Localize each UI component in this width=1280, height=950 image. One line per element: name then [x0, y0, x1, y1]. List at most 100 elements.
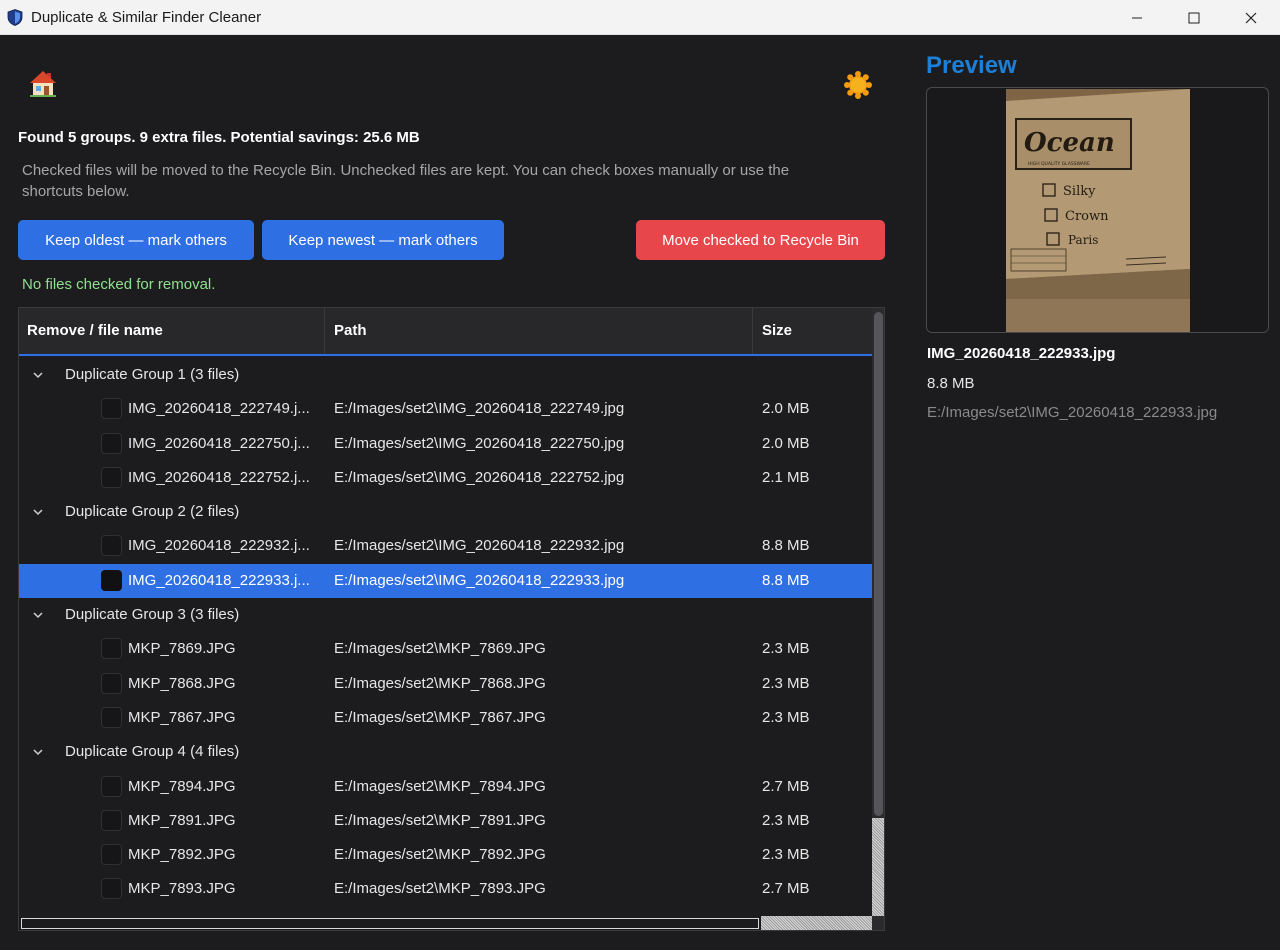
path-cell: E:/Images/set2\IMG_20260418_222750.jpg: [334, 434, 625, 452]
file-name-cell: IMG_20260418_222932.j...: [128, 537, 310, 555]
size-cell: 2.3 MB: [762, 640, 810, 658]
size-cell: 8.8 MB: [762, 571, 810, 589]
title-bar: Duplicate & Similar Finder Cleaner: [0, 0, 1280, 35]
close-button[interactable]: [1223, 0, 1279, 35]
size-cell: 2.1 MB: [762, 468, 810, 486]
size-cell: 8.8 MB: [762, 537, 810, 555]
chevron-down-icon[interactable]: [32, 369, 44, 381]
table-row[interactable]: MKP_7894.JPG E:/Images/set2\MKP_7894.JPG…: [19, 770, 872, 804]
remove-checkbox[interactable]: [101, 466, 122, 488]
shield-icon: [7, 9, 23, 26]
size-cell: 2.3 MB: [762, 708, 810, 726]
preview-option-2: Crown: [1065, 209, 1109, 224]
remove-checkbox[interactable]: [101, 878, 122, 900]
remove-checkbox[interactable]: [101, 844, 122, 866]
remove-checkbox[interactable]: [101, 775, 122, 797]
table-row-selected[interactable]: IMG_20260418_222933.j... E:/Images/set2\…: [19, 563, 872, 599]
preview-option-1: Silky: [1063, 184, 1096, 199]
file-name-cell: MKP_7867.JPG: [128, 708, 236, 726]
size-cell: 2.0 MB: [762, 400, 810, 418]
remove-checkbox[interactable]: [101, 569, 122, 591]
path-cell: E:/Images/set2\IMG_20260418_222749.jpg: [334, 400, 625, 418]
remove-checkbox[interactable]: [101, 809, 122, 831]
table-row[interactable]: MKP_7892.JPG E:/Images/set2\MKP_7892.JPG…: [19, 838, 872, 872]
close-icon: [1245, 12, 1257, 23]
horizontal-scrollbar[interactable]: [19, 916, 884, 930]
size-cell: 2.3 MB: [762, 846, 810, 864]
path-cell: E:/Images/set2\MKP_7894.JPG: [334, 777, 546, 795]
group-label: Duplicate Group 2 (2 files): [65, 503, 240, 521]
table-row[interactable]: MKP_7867.JPG E:/Images/set2\MKP_7867.JPG…: [19, 701, 872, 735]
status-message: No files checked for removal.: [22, 276, 216, 293]
remove-checkbox[interactable]: [101, 398, 122, 420]
group-row[interactable]: Duplicate Group 3 (3 files): [19, 598, 872, 632]
table-row[interactable]: IMG_20260418_222750.j... E:/Images/set2\…: [19, 427, 872, 461]
group-row[interactable]: Duplicate Group 2 (2 files): [19, 495, 872, 529]
path-cell: E:/Images/set2\MKP_7892.JPG: [334, 846, 546, 864]
column-header-size[interactable]: Size: [753, 308, 872, 354]
remove-checkbox[interactable]: [101, 432, 122, 454]
chevron-down-icon[interactable]: [32, 609, 44, 621]
column-header-path[interactable]: Path: [325, 308, 753, 354]
remove-checkbox[interactable]: [101, 672, 122, 694]
horizontal-scrollbar-track[interactable]: [761, 916, 872, 930]
size-cell: 2.0 MB: [762, 434, 810, 452]
remove-checkbox[interactable]: [101, 535, 122, 557]
preview-filepath: E:/Images/set2\IMG_20260418_222933.jpg: [927, 404, 1218, 421]
group-row[interactable]: Duplicate Group 4 (4 files): [19, 735, 872, 769]
table-row[interactable]: MKP_7893.JPG E:/Images/set2\MKP_7893.JPG…: [19, 872, 872, 906]
file-name-cell: IMG_20260418_222749.j...: [128, 400, 310, 418]
table-row[interactable]: IMG_20260418_222752.j... E:/Images/set2\…: [19, 461, 872, 495]
preview-image: Ocean HIGH QUALITY GLASSWARE Silky Crown…: [1006, 89, 1190, 332]
table-row[interactable]: MKP_7869.JPG E:/Images/set2\MKP_7869.JPG…: [19, 632, 872, 666]
column-header-name[interactable]: Remove / file name: [19, 308, 325, 354]
file-name-cell: MKP_7869.JPG: [128, 640, 236, 658]
file-name-cell: IMG_20260418_222750.j...: [128, 434, 310, 452]
preview-option-3: Paris: [1068, 233, 1098, 247]
path-cell: E:/Images/set2\IMG_20260418_222933.jpg: [334, 571, 625, 589]
group-row[interactable]: Duplicate Group 1 (3 files): [19, 358, 872, 392]
table-row[interactable]: IMG_20260418_222932.j... E:/Images/set2\…: [19, 529, 872, 563]
table-row[interactable]: IMG_20260418_222749.j... E:/Images/set2\…: [19, 392, 872, 426]
preview-filesize: 8.8 MB: [927, 375, 975, 392]
remove-checkbox[interactable]: [101, 706, 122, 728]
remove-checkbox[interactable]: [101, 638, 122, 660]
path-cell: E:/Images/set2\IMG_20260418_222752.jpg: [334, 468, 625, 486]
group-label: Duplicate Group 4 (4 files): [65, 743, 240, 761]
keep-newest-button[interactable]: Keep newest — mark others: [262, 220, 504, 260]
vertical-scrollbar[interactable]: [872, 308, 884, 916]
path-cell: E:/Images/set2\MKP_7869.JPG: [334, 640, 546, 658]
table-row[interactable]: MKP_7868.JPG E:/Images/set2\MKP_7868.JPG…: [19, 667, 872, 701]
sun-icon[interactable]: [843, 70, 873, 100]
maximize-icon: [1188, 12, 1200, 23]
horizontal-scrollbar-thumb[interactable]: [21, 918, 759, 929]
preview-title: Preview: [926, 52, 1017, 79]
help-text: Checked files will be moved to the Recyc…: [22, 162, 790, 200]
move-to-recycle-bin-button[interactable]: Move checked to Recycle Bin: [636, 220, 885, 260]
duplicates-table: Remove / file name Path Size Duplicate G…: [18, 307, 885, 931]
size-cell: 2.7 MB: [762, 880, 810, 898]
preview-brand-text: Ocean: [1024, 128, 1115, 158]
file-name-cell: MKP_7893.JPG: [128, 880, 236, 898]
vertical-scrollbar-thumb[interactable]: [874, 312, 883, 816]
file-name-cell: IMG_20260418_222752.j...: [128, 468, 310, 486]
scrollbar-corner: [872, 916, 884, 930]
home-icon[interactable]: [28, 69, 58, 99]
maximize-button[interactable]: [1166, 0, 1222, 35]
file-name-cell: MKP_7868.JPG: [128, 674, 236, 692]
keep-oldest-button[interactable]: Keep oldest — mark others: [18, 220, 254, 260]
path-cell: E:/Images/set2\MKP_7893.JPG: [334, 880, 546, 898]
table-row[interactable]: MKP_7891.JPG E:/Images/set2\MKP_7891.JPG…: [19, 804, 872, 838]
chevron-down-icon[interactable]: [32, 506, 44, 518]
path-cell: E:/Images/set2\MKP_7868.JPG: [334, 674, 546, 692]
preview-filename: IMG_20260418_222933.jpg: [927, 345, 1116, 362]
chevron-down-icon[interactable]: [32, 746, 44, 758]
file-name-cell: IMG_20260418_222933.j...: [128, 571, 310, 589]
path-cell: E:/Images/set2\MKP_7867.JPG: [334, 708, 546, 726]
file-name-cell: MKP_7892.JPG: [128, 846, 236, 864]
minimize-button[interactable]: [1109, 0, 1165, 35]
preview-frame: Ocean HIGH QUALITY GLASSWARE Silky Crown…: [926, 87, 1269, 333]
scan-summary: Found 5 groups. 9 extra files. Potential…: [18, 129, 420, 146]
vertical-scrollbar-track[interactable]: [872, 818, 884, 916]
group-label: Duplicate Group 3 (3 files): [65, 606, 240, 624]
